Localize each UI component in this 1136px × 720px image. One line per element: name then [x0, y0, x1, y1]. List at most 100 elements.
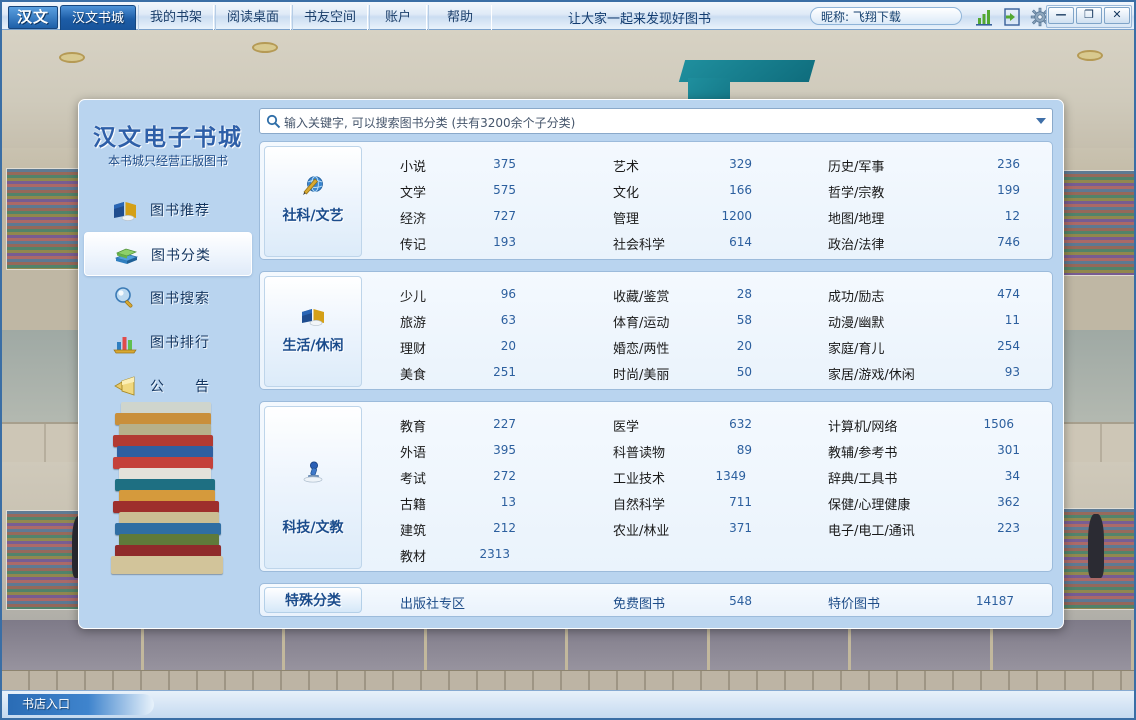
special-link-publisher[interactable]: 出版社专区: [400, 593, 465, 612]
category-link[interactable]: 动漫/幽默: [828, 312, 884, 331]
category-count: 614: [729, 235, 752, 249]
category-link[interactable]: 婚恋/两性: [613, 338, 669, 357]
category-group-science-education: 科技/文教 教育 227 外语 395 考试 272 古籍 13 建筑 212 …: [259, 401, 1053, 572]
category-link[interactable]: 管理: [613, 208, 639, 227]
category-link[interactable]: 文化: [613, 182, 639, 201]
special-category-group: 特殊分类 出版社专区 免费图书 548 特价图书 14187: [259, 583, 1053, 617]
category-link[interactable]: 教育: [400, 416, 426, 435]
category-link[interactable]: 计算机/网络: [828, 416, 897, 435]
taskbar-item-bookstore-entry[interactable]: 书店入口: [8, 694, 154, 715]
megaphone-icon: [112, 373, 138, 399]
category-count: 395: [493, 443, 516, 457]
category-link[interactable]: 经济: [400, 208, 426, 227]
category-link[interactable]: 社会科学: [613, 234, 665, 253]
category-link[interactable]: 自然科学: [613, 494, 665, 513]
category-link[interactable]: 教辅/参考书: [828, 442, 897, 461]
category-link[interactable]: 少儿: [400, 286, 426, 305]
category-count: 474: [997, 287, 1020, 301]
sidebar-item-ranking[interactable]: 图书排行: [84, 320, 252, 364]
category-link[interactable]: 文学: [400, 182, 426, 201]
slogan-text: 让大家一起来发现好图书: [568, 12, 712, 27]
category-link[interactable]: 旅游: [400, 312, 426, 331]
chart-icon[interactable]: [974, 7, 994, 27]
category-link[interactable]: 传记: [400, 234, 426, 253]
category-link[interactable]: 成功/励志: [828, 286, 884, 305]
category-link[interactable]: 教材: [400, 546, 426, 565]
category-link[interactable]: 科普读物: [613, 442, 665, 461]
group-label-life-leisure[interactable]: 生活/休闲: [264, 276, 362, 387]
nav-tab-account[interactable]: 账户: [369, 5, 427, 30]
login-icon[interactable]: [1002, 7, 1022, 27]
category-link[interactable]: 小说: [400, 156, 426, 175]
sidebar-item-label: 图书排行: [150, 335, 210, 351]
category-link[interactable]: 历史/军事: [828, 156, 884, 175]
category-count: 632: [729, 417, 752, 431]
category-link[interactable]: 考试: [400, 468, 426, 487]
bg-person: [1088, 514, 1104, 578]
category-count: 746: [997, 235, 1020, 249]
category-link[interactable]: 医学: [613, 416, 639, 435]
category-link[interactable]: 家居/游戏/休闲: [828, 364, 915, 383]
category-count: 193: [493, 235, 516, 249]
category-count: 199: [997, 183, 1020, 197]
category-link[interactable]: 哲学/宗教: [828, 182, 884, 201]
app-logo: 汉文: [8, 6, 58, 29]
nav-tab-reading-desk[interactable]: 阅读桌面: [215, 5, 291, 30]
close-button[interactable]: ✕: [1104, 7, 1130, 24]
group-label-science-education[interactable]: 科技/文教: [264, 406, 362, 569]
special-link-discount-books[interactable]: 特价图书: [828, 593, 880, 612]
category-link[interactable]: 辞典/工具书: [828, 468, 897, 487]
sidebar-item-search[interactable]: 图书搜索: [84, 276, 252, 320]
category-link[interactable]: 美食: [400, 364, 426, 383]
search-placeholder-text: 输入关键字, 可以搜索图书分类 (共有3200余个子分类): [284, 116, 576, 130]
category-link[interactable]: 建筑: [400, 520, 426, 539]
nav-tab-friends-space[interactable]: 书友空间: [292, 5, 368, 30]
special-group-label[interactable]: 特殊分类: [264, 587, 362, 613]
category-count: 375: [493, 157, 516, 171]
books-stack-icon: [113, 242, 139, 268]
category-link[interactable]: 保健/心理健康: [828, 494, 910, 513]
bar-chart-icon: [112, 329, 138, 355]
special-count: 14187: [975, 594, 1014, 608]
category-link[interactable]: 电子/电工/通讯: [828, 520, 915, 539]
sidebar-item-label: 公 告: [150, 379, 210, 395]
category-count: 362: [997, 495, 1020, 509]
category-count: 58: [736, 313, 752, 327]
category-count: 13: [500, 495, 516, 509]
category-link[interactable]: 理财: [400, 338, 426, 357]
sidebar-item-label: 图书分类: [151, 248, 211, 264]
category-link[interactable]: 地图/地理: [828, 208, 884, 227]
chevron-down-icon[interactable]: [1036, 118, 1046, 124]
special-link-free-books[interactable]: 免费图书: [613, 593, 665, 612]
category-count: 236: [997, 157, 1020, 171]
group-label-social-arts[interactable]: 社科/文艺: [264, 146, 362, 257]
category-link[interactable]: 政治/法律: [828, 234, 884, 253]
category-link[interactable]: 古籍: [400, 494, 426, 513]
nav-tab-bookstore[interactable]: 汉文书城: [60, 5, 136, 30]
category-link[interactable]: 时尚/美丽: [613, 364, 669, 383]
category-link[interactable]: 艺术: [613, 156, 639, 175]
category-link[interactable]: 农业/林业: [613, 520, 669, 539]
category-link[interactable]: 收藏/鉴赏: [613, 286, 669, 305]
nickname-display[interactable]: 昵称: 飞翔下载: [810, 7, 962, 25]
category-count: 727: [493, 209, 516, 223]
nav-tab-my-shelf[interactable]: 我的书架: [138, 5, 214, 30]
open-book-icon: [112, 197, 138, 223]
minimize-button[interactable]: —: [1048, 7, 1074, 24]
search-input[interactable]: 输入关键字, 可以搜索图书分类 (共有3200余个子分类): [259, 108, 1053, 134]
category-count: 1200: [721, 209, 752, 223]
nav-tab-help[interactable]: 帮助: [428, 5, 492, 30]
category-count: 1349: [715, 469, 746, 483]
category-link[interactable]: 体育/运动: [613, 312, 669, 331]
special-count: 548: [729, 594, 752, 608]
category-count: 166: [729, 183, 752, 197]
category-link[interactable]: 工业技术: [613, 468, 665, 487]
sidebar-item-recommend[interactable]: 图书推荐: [84, 188, 252, 232]
maximize-button[interactable]: ❐: [1076, 7, 1102, 24]
category-count: 711: [729, 495, 752, 509]
ceiling-light-icon: [59, 52, 85, 63]
category-link[interactable]: 家庭/育儿: [828, 338, 884, 357]
sidebar-item-category[interactable]: 图书分类: [84, 232, 252, 276]
category-count: 2313: [479, 547, 510, 561]
category-link[interactable]: 外语: [400, 442, 426, 461]
